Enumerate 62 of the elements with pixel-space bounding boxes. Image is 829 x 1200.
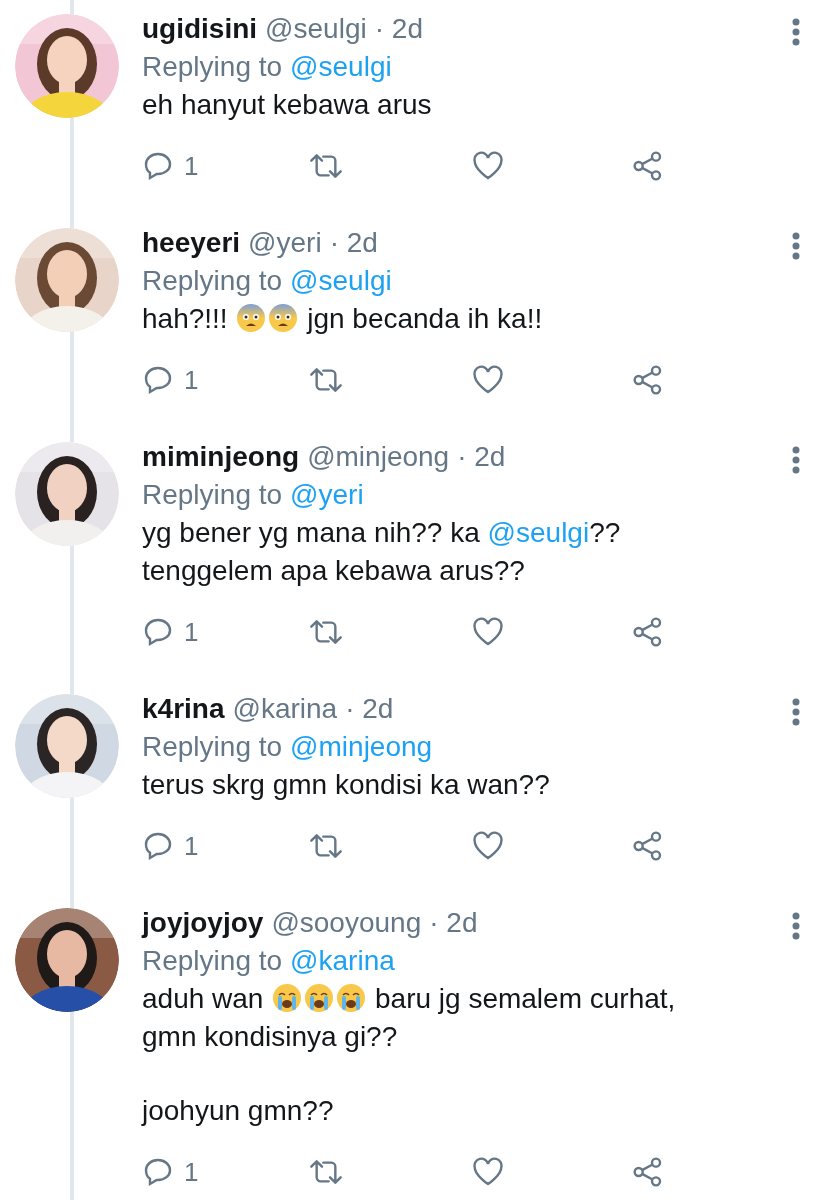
tweet-text: hah?!!! jgn becanda ih ka!! [142, 302, 544, 336]
crying-face-icon [304, 983, 335, 1013]
reply-icon[interactable] [142, 830, 174, 862]
replying-label: Replying to [142, 50, 283, 84]
replying-label: Replying to [142, 264, 283, 298]
user-handle: @yeri [248, 226, 322, 260]
like-icon[interactable] [472, 151, 504, 181]
reply-icon[interactable] [142, 150, 174, 182]
fearful-face-icon [268, 303, 299, 333]
crying-face-icon [336, 983, 367, 1013]
share-icon[interactable] [632, 830, 664, 862]
reply-count: 1 [184, 364, 199, 397]
replying-label: Replying to [142, 730, 283, 764]
mention-link[interactable]: @karina [290, 942, 395, 980]
mention-link[interactable]: @yeri [290, 476, 364, 514]
display-name[interactable]: heeyeri [142, 224, 241, 262]
reply-count: 1 [184, 1156, 199, 1189]
like-icon[interactable] [472, 831, 504, 861]
tweet-text: joohyun gmn?? [142, 1094, 335, 1128]
more-options-icon[interactable] [791, 912, 801, 940]
crying-face-icon [272, 983, 303, 1013]
tweet-time: · 2d [329, 226, 378, 260]
replying-label: Replying to [142, 478, 283, 512]
tweet-text: aduh wan baru jg semalem curhat, gmn kondisinya gi?? [142, 982, 677, 1054]
mention-link[interactable]: @seulgi [290, 262, 392, 300]
user-handle: @karina [232, 692, 338, 726]
reply-icon[interactable] [142, 616, 174, 648]
user-handle: @sooyoung [271, 906, 422, 940]
tweet-text: eh hanyut kebawa arus [142, 88, 433, 122]
display-name[interactable]: miminjeong [142, 438, 300, 476]
tweet-text: yg bener yg mana nih?? ka @seulgi?? tenggelem apa kebawa arus?? [142, 516, 622, 588]
share-icon[interactable] [632, 150, 664, 182]
share-icon[interactable] [632, 364, 664, 396]
like-icon[interactable] [472, 1157, 504, 1187]
tweet-text: terus skrg gmn kondisi ka wan?? [142, 768, 551, 802]
reply-count: 1 [184, 150, 199, 183]
share-icon[interactable] [632, 1156, 664, 1188]
like-icon[interactable] [472, 365, 504, 395]
mention-link[interactable]: @minjeong [290, 728, 433, 766]
share-icon[interactable] [632, 616, 664, 648]
mention-link[interactable]: @seulgi [290, 48, 392, 86]
reply-icon[interactable] [142, 364, 174, 396]
tweet-time: · 2d [345, 692, 394, 726]
like-icon[interactable] [472, 617, 504, 647]
display-name[interactable]: ugidisini [142, 10, 258, 48]
replying-label: Replying to [142, 944, 283, 978]
more-options-icon[interactable] [791, 18, 801, 46]
more-options-icon[interactable] [791, 698, 801, 726]
tweet-time: · 2d [457, 440, 506, 474]
reply-count: 1 [184, 830, 199, 863]
tweet-time: · 2d [429, 906, 478, 940]
user-handle: @seulgi [265, 12, 367, 46]
reply-count: 1 [184, 616, 199, 649]
display-name[interactable]: joyjoyjoy [142, 904, 264, 942]
more-options-icon[interactable] [791, 446, 801, 474]
tweet-time: · 2d [374, 12, 423, 46]
more-options-icon[interactable] [791, 232, 801, 260]
user-handle: @minjeong [307, 440, 450, 474]
fearful-face-icon [236, 303, 267, 333]
reply-icon[interactable] [142, 1156, 174, 1188]
mention-link[interactable]: @seulgi [487, 517, 590, 548]
display-name[interactable]: k4rina [142, 690, 225, 728]
